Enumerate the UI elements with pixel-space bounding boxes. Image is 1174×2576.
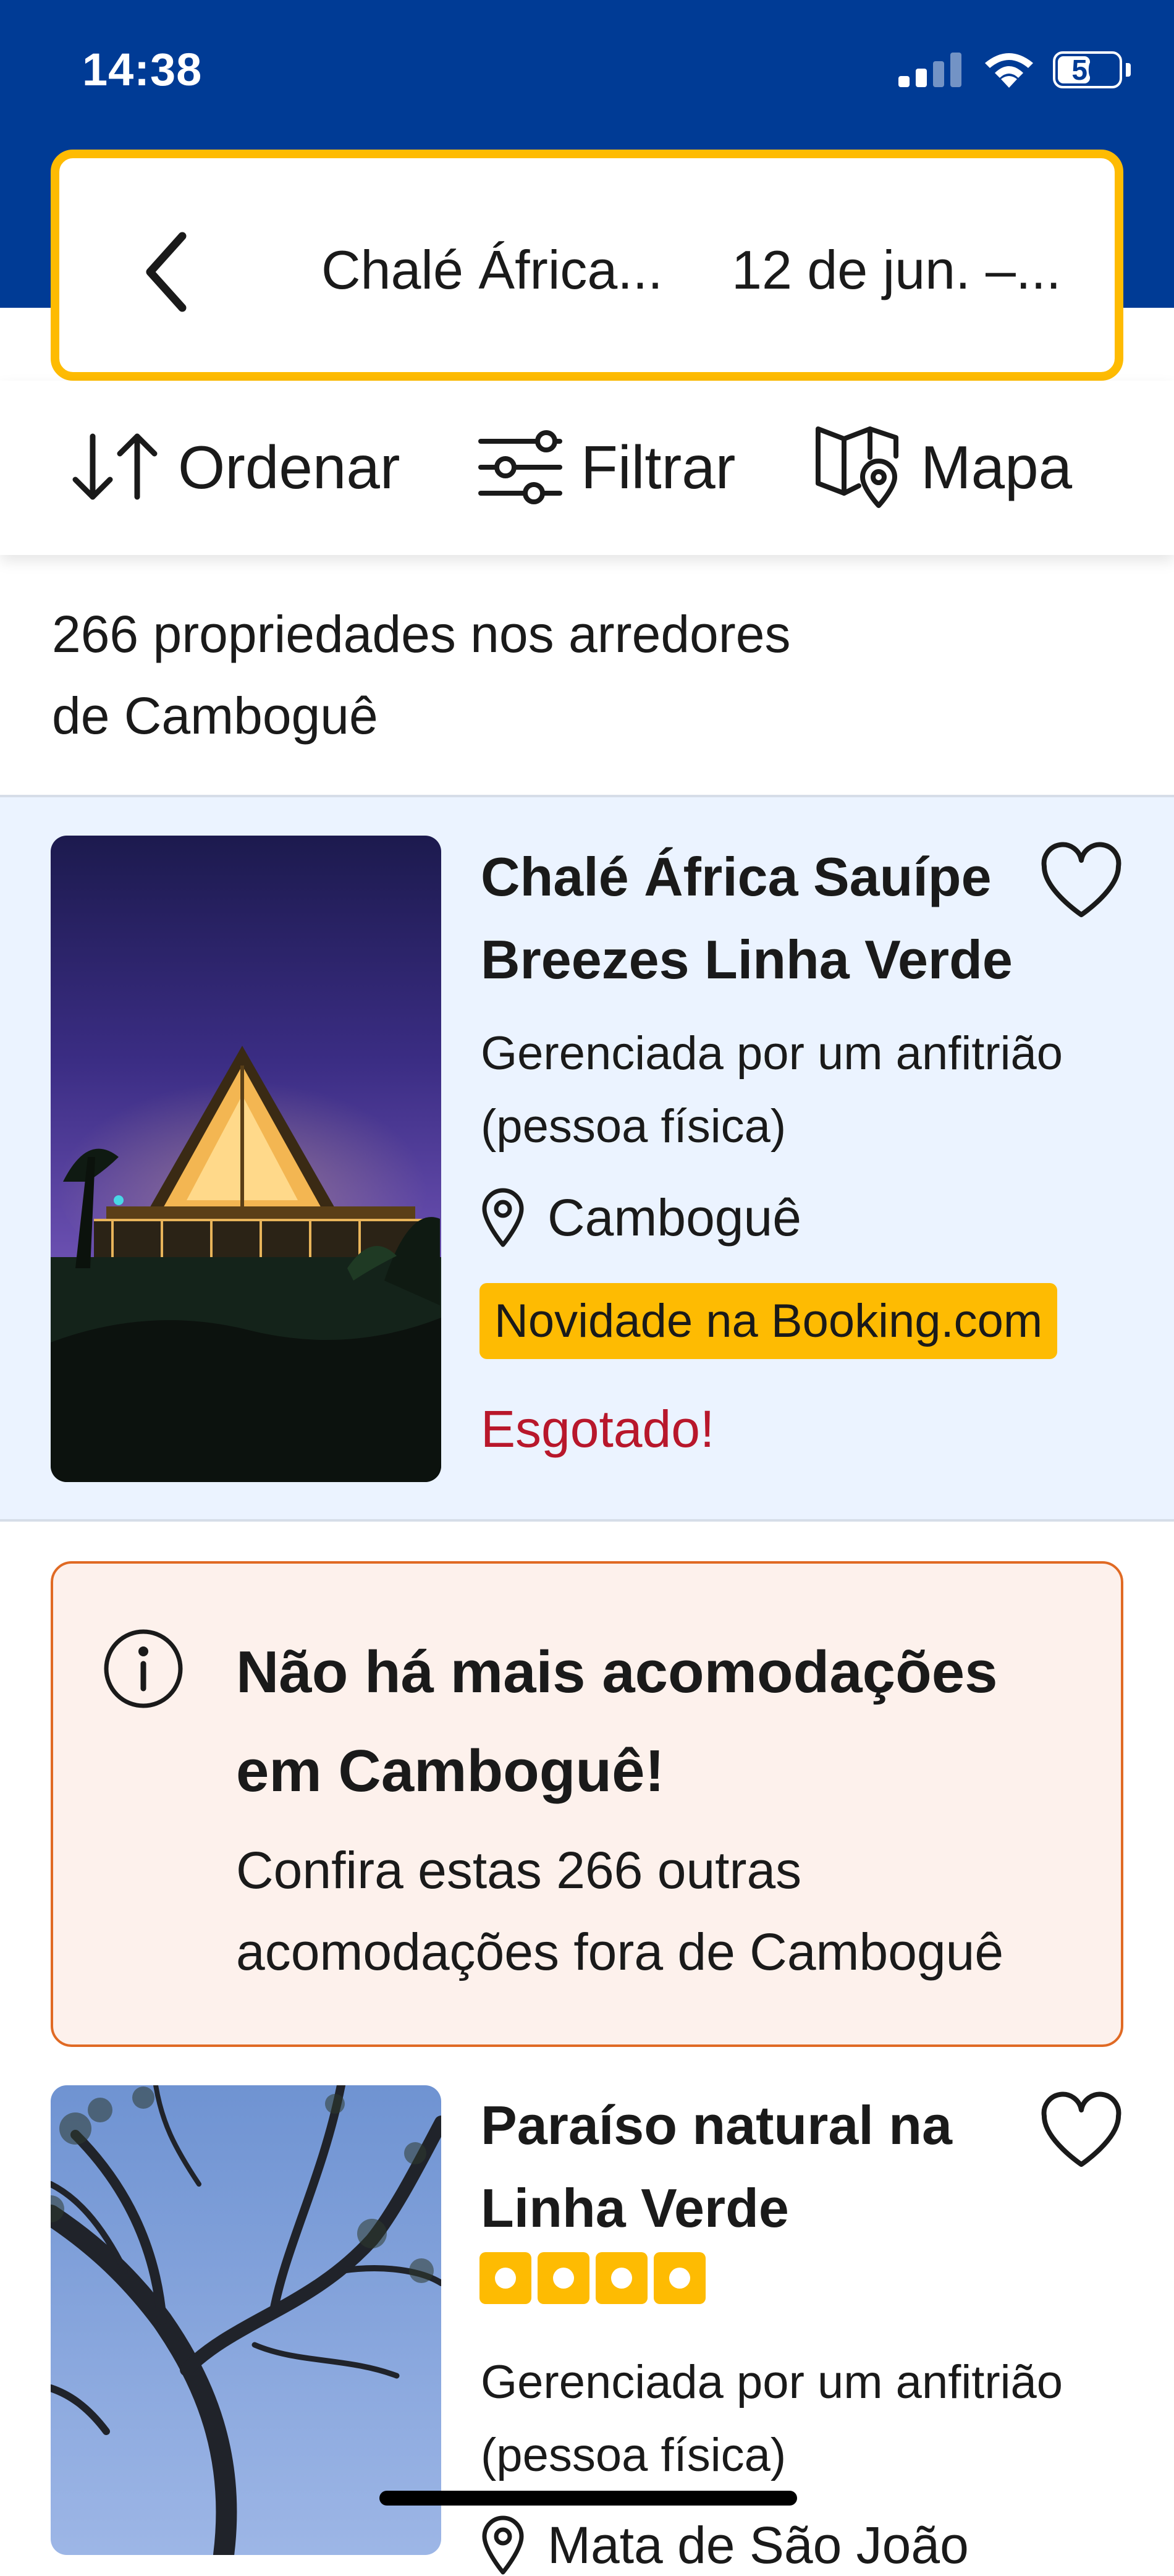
property-title-2-line1: Paraíso natural na (481, 2095, 952, 2156)
new-on-booking-badge: Novidade na Booking.com (479, 1283, 1058, 1359)
sort-label: Ordenar (178, 433, 400, 501)
filter-label: Filtrar (581, 433, 736, 501)
battery-icon: 50 (1053, 51, 1122, 88)
property-title-2-line2: Linha Verde (481, 2177, 789, 2239)
property-location-2: Mata de São João (481, 2514, 969, 2576)
signal-icon (898, 53, 961, 87)
status-icons: 50 (897, 48, 1131, 91)
property-host-2-line1: Gerenciada por um anfitrião (481, 2356, 1063, 2409)
sort-button[interactable]: Ordenar (69, 430, 400, 504)
rating-square-icon (596, 2252, 648, 2304)
no-more-properties-notice: Não há mais acomodações em Camboguê! Con… (51, 1561, 1123, 2047)
chalet-night-photo (51, 836, 441, 1482)
filter-button[interactable]: Filtrar (477, 430, 735, 504)
back-chevron-icon (146, 232, 187, 312)
info-icon (104, 1629, 183, 1708)
search-summary-box[interactable]: Chalé África... 12 de jun. –... (51, 150, 1123, 381)
property-host-2-line2: (pessoa física) (481, 2429, 787, 2481)
results-count: 266 propriedades nos arredores de Cambog… (52, 593, 979, 756)
results-toolbar: Ordenar Filtrar Mapa (0, 381, 1174, 555)
back-button[interactable] (132, 229, 200, 315)
location-pin-icon (482, 1188, 524, 1247)
rating-square-icon (538, 2252, 589, 2304)
property-host-1-line1: Gerenciada por um anfitrião (481, 1027, 1063, 1080)
property-photo-1[interactable] (51, 836, 441, 1482)
tree-sky-photo (51, 2085, 441, 2555)
wifi-icon (985, 53, 1033, 88)
rating-squares (479, 2252, 706, 2304)
map-button[interactable]: Mapa (814, 426, 1073, 508)
property-title-1[interactable]: Chalé África Sauípe Breezes Linha Verde (481, 836, 1013, 1001)
heart-icon[interactable] (1038, 2091, 1125, 2172)
property-title-2[interactable]: Paraíso natural na Linha Verde (481, 2084, 952, 2250)
location-pin-icon (482, 2515, 524, 2575)
notice-title: Não há mais acomodações em Camboguê! (236, 1623, 1089, 1821)
home-indicator[interactable] (379, 2491, 797, 2506)
status-time: 14:38 (82, 44, 203, 95)
search-dates[interactable]: 12 de jun. –... (732, 239, 1061, 302)
property-host-2: Gerenciada por um anfitrião (pessoa físi… (481, 2346, 1063, 2492)
notice-body-line1: Confira estas 266 outras (236, 1841, 802, 1899)
property-photo-2[interactable] (51, 2085, 441, 2555)
rating-square-icon (479, 2252, 531, 2304)
property-location-2-label: Mata de São João (547, 2515, 969, 2574)
property-title-1-line1: Chalé África Sauípe (481, 846, 992, 907)
property-host-1-line2: (pessoa física) (481, 1100, 787, 1153)
filter-icon (478, 430, 562, 504)
heart-icon[interactable] (1038, 842, 1125, 922)
notice-title-line2: em Camboguê! (236, 1738, 665, 1804)
property-location-1: Camboguê (481, 1187, 801, 1248)
results-count-line1: 266 propriedades nos arredores (52, 605, 791, 663)
map-icon (816, 426, 898, 508)
rating-square-icon (654, 2252, 706, 2304)
property-host-1: Gerenciada por um anfitrião (pessoa físi… (481, 1017, 1063, 1163)
notice-title-line1: Não há mais acomodações (236, 1639, 998, 1705)
notice-body: Confira estas 266 outras acomodações for… (236, 1829, 1101, 1993)
sold-out-label: Esgotado! (481, 1400, 715, 1458)
property-title-1-line2: Breezes Linha Verde (481, 929, 1013, 990)
search-destination[interactable]: Chalé África... (321, 239, 663, 302)
battery-level: 50 (1071, 54, 1104, 86)
results-count-line2: de Camboguê (52, 687, 378, 745)
sort-icon (72, 433, 158, 500)
map-label: Mapa (921, 433, 1073, 501)
notice-body-line2: acomodações fora de Camboguê (236, 1923, 1004, 1981)
property-location-1-label: Camboguê (547, 1188, 801, 1247)
battery-cap (1126, 63, 1131, 77)
